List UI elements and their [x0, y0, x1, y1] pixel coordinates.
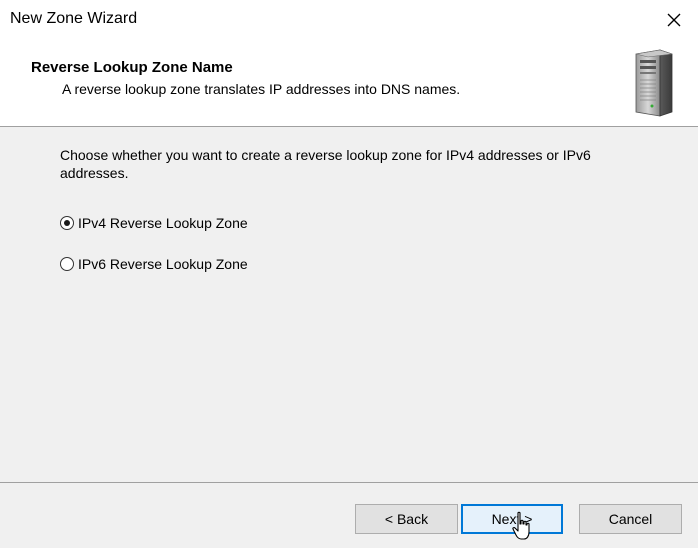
window-title: New Zone Wizard: [10, 10, 138, 27]
cancel-button[interactable]: Cancel: [579, 504, 682, 534]
ipv4-option-label: IPv4 Reverse Lookup Zone: [78, 215, 248, 231]
page-subtitle: A reverse lookup zone translates IP addr…: [62, 81, 461, 97]
radio-button-selected[interactable]: [60, 216, 74, 230]
wizard-header: Reverse Lookup Zone Name A reverse looku…: [0, 40, 698, 127]
wizard-content: Choose whether you want to create a reve…: [0, 127, 698, 482]
server-tower-icon: [635, 49, 673, 117]
next-button[interactable]: Next >: [461, 504, 563, 534]
page-title: Reverse Lookup Zone Name: [31, 59, 233, 76]
ipv6-zone-radio[interactable]: IPv6 Reverse Lookup Zone: [60, 256, 248, 272]
radio-button-unselected[interactable]: [60, 257, 74, 271]
close-button[interactable]: [656, 4, 692, 36]
wizard-footer: < Back Next > Cancel: [0, 483, 698, 548]
instruction-text: Choose whether you want to create a reve…: [60, 147, 591, 181]
close-icon: [667, 13, 681, 27]
back-button[interactable]: < Back: [355, 504, 458, 534]
ipv6-option-label: IPv6 Reverse Lookup Zone: [78, 256, 248, 272]
wizard-window: New Zone Wizard Reverse Lookup Zone Name…: [0, 0, 698, 548]
title-bar: New Zone Wizard: [0, 0, 698, 40]
radio-selected-dot: [64, 220, 70, 226]
ipv4-zone-radio[interactable]: IPv4 Reverse Lookup Zone: [60, 215, 248, 231]
